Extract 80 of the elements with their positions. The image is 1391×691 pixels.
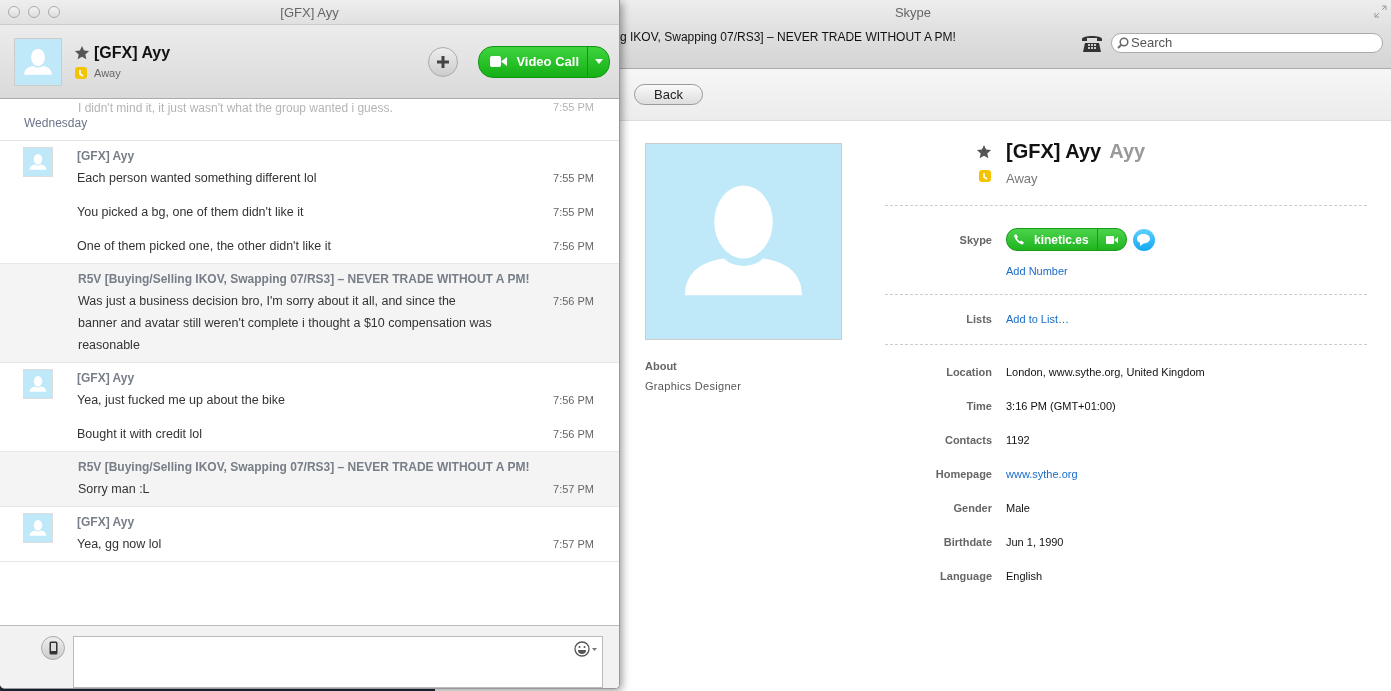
field-label: Lists — [965, 313, 992, 325]
sender-name: [GFX] Ayy — [77, 149, 135, 163]
date-header: Wednesday — [24, 116, 89, 130]
contact-avatar-icon — [24, 514, 52, 542]
add-number-link[interactable]: Add Number — [1006, 265, 1068, 277]
plus-icon — [436, 54, 451, 69]
star-icon[interactable] — [976, 143, 992, 160]
emoji-icon[interactable] — [574, 641, 598, 657]
message-time: 7:56 PM — [553, 393, 594, 408]
message-text: You picked a bg, one of them didn't like it — [77, 204, 304, 221]
field-label: Skype — [958, 233, 992, 246]
contact-status: Away — [94, 66, 122, 79]
mobile-button[interactable] — [41, 636, 65, 660]
message-text: Bought it with credit lol — [77, 426, 203, 443]
message-text: One of them picked one, the other didn't like it — [77, 238, 331, 255]
field-label: Time — [965, 399, 992, 413]
message-text: Each person wanted something different lol — [77, 170, 317, 187]
field-value: 1192 — [1006, 433, 1031, 447]
star-icon[interactable] — [74, 44, 90, 61]
search-icon — [1117, 36, 1129, 49]
away-status-icon — [978, 169, 992, 183]
field-label: Contacts — [943, 433, 992, 447]
field-value: Male — [1006, 501, 1031, 515]
contact-avatar-icon — [24, 148, 52, 176]
contact-avatar-icon — [24, 370, 52, 398]
message-time: 7:57 PM — [553, 537, 594, 552]
field-label: Homepage — [934, 467, 992, 481]
message-text: Yea, just fucked me up about the bike — [77, 392, 285, 409]
conversation-title: g IKOV, Swapping 07/RS3] – NEVER TRADE WITHOUT A PM! — [620, 30, 956, 44]
window-title: Skype — [894, 5, 932, 20]
add-to-list-link[interactable]: Add to List… — [1006, 313, 1069, 325]
message-input[interactable] — [73, 636, 603, 688]
field-label: Language — [939, 569, 992, 583]
message-time: 7:56 PM — [553, 294, 594, 309]
message-time: 7:55 PM — [553, 101, 594, 115]
field-label: Gender — [952, 501, 992, 515]
fullscreen-icon[interactable] — [1374, 5, 1387, 18]
profile-alias: Ayy — [1109, 140, 1146, 162]
contact-name: [GFX] Ayy — [94, 43, 172, 62]
add-button[interactable] — [428, 46, 459, 77]
mobile-phone-icon — [48, 641, 58, 655]
chat-bubble-button[interactable] — [1132, 228, 1155, 251]
window-control-icon[interactable] — [8, 6, 20, 18]
sender-name: [GFX] Ayy — [77, 515, 135, 529]
message-time: 7:55 PM — [553, 171, 594, 186]
message-text: Yea, gg now lol — [77, 536, 162, 553]
field-label: Location — [945, 365, 992, 379]
sender-name: R5V [Buying/Selling IKOV, Swapping 07/RS3] – NEVER TRADE WITHOUT A PM! — [78, 272, 530, 286]
back-button[interactable]: Back — [634, 84, 703, 105]
away-status-icon — [74, 65, 88, 80]
message-time: 7:55 PM — [553, 205, 594, 220]
person-silhouette-icon — [646, 144, 841, 339]
video-camera-icon — [490, 56, 508, 67]
message-text: Was just a business decision bro, I'm sorry about it all, and since the banner and avatar still weren't complete i thought a $10 compensation was reasonable — [78, 293, 493, 354]
field-value: 3:16 PM (GMT+01:00) — [1006, 399, 1117, 413]
field-value: English — [1006, 569, 1044, 583]
profile-status: Away — [1006, 170, 1039, 186]
message-text: Sorry man :L — [78, 481, 150, 498]
window-title: [GFX] Ayy — [280, 4, 339, 20]
about-label: About — [645, 360, 678, 372]
video-camera-icon — [1105, 235, 1118, 244]
field-value: Jun 1, 1990 — [1006, 535, 1065, 549]
profile-name: [GFX] Ayy — [1006, 140, 1102, 162]
phone-icon — [1014, 234, 1024, 245]
homepage-link[interactable]: www.sythe.org — [1006, 467, 1367, 481]
sender-name: [GFX] Ayy — [77, 371, 135, 385]
field-label: Birthdate — [942, 535, 992, 549]
field-value: London, www.sythe.org, United Kingdom — [1006, 365, 1206, 379]
window-control-icon[interactable] — [28, 6, 40, 18]
message-time: 7:56 PM — [553, 239, 594, 254]
sender-name: R5V [Buying/Selling IKOV, Swapping 07/RS3] – NEVER TRADE WITHOUT A PM! — [78, 460, 530, 474]
contact-avatar-icon — [15, 38, 61, 85]
search-field[interactable]: Search — [1111, 32, 1383, 53]
chat-bubble-icon — [1137, 233, 1151, 246]
window-control-icon[interactable] — [48, 6, 60, 18]
message-time: 7:57 PM — [553, 482, 594, 497]
search-input[interactable]: Search — [1131, 35, 1371, 50]
message-time: 7:56 PM — [553, 427, 594, 442]
caret-icon — [594, 59, 603, 64]
about-text: Graphics Designer — [645, 380, 743, 392]
